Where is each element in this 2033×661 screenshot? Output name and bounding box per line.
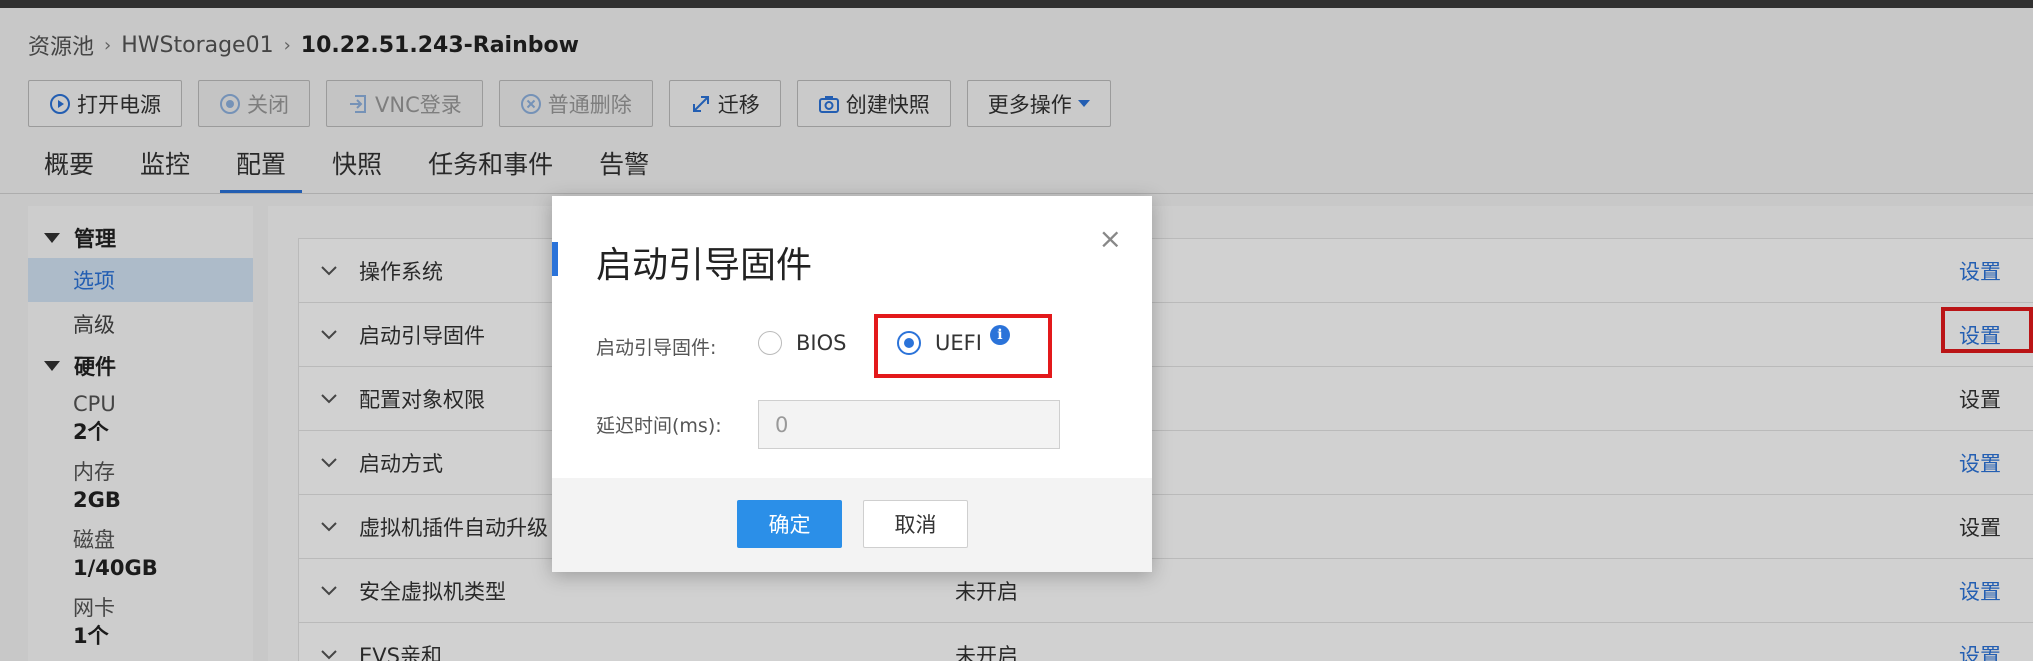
delay-input[interactable]: 0 <box>758 400 1060 449</box>
firmware-dialog: 启动引导固件 × 启动引导固件: BIOS UEFI i 延迟时间(ms): 0… <box>552 196 1152 572</box>
radio-bios[interactable]: BIOS <box>758 331 846 355</box>
confirm-button[interactable]: 确定 <box>737 500 842 548</box>
dialog-footer <box>552 478 1152 572</box>
dialog-title: 启动引导固件 <box>596 245 813 286</box>
cancel-button[interactable]: 取消 <box>863 500 968 548</box>
close-icon[interactable]: × <box>1099 222 1122 255</box>
radio-bios-dot[interactable] <box>758 331 782 355</box>
radio-bios-label: BIOS <box>796 331 847 355</box>
delay-label: 延迟时间(ms): <box>596 415 722 437</box>
title-accent-bar <box>552 242 558 276</box>
firmware-label: 启动引导固件: <box>596 337 717 359</box>
highlight-box-uefi <box>874 314 1052 378</box>
